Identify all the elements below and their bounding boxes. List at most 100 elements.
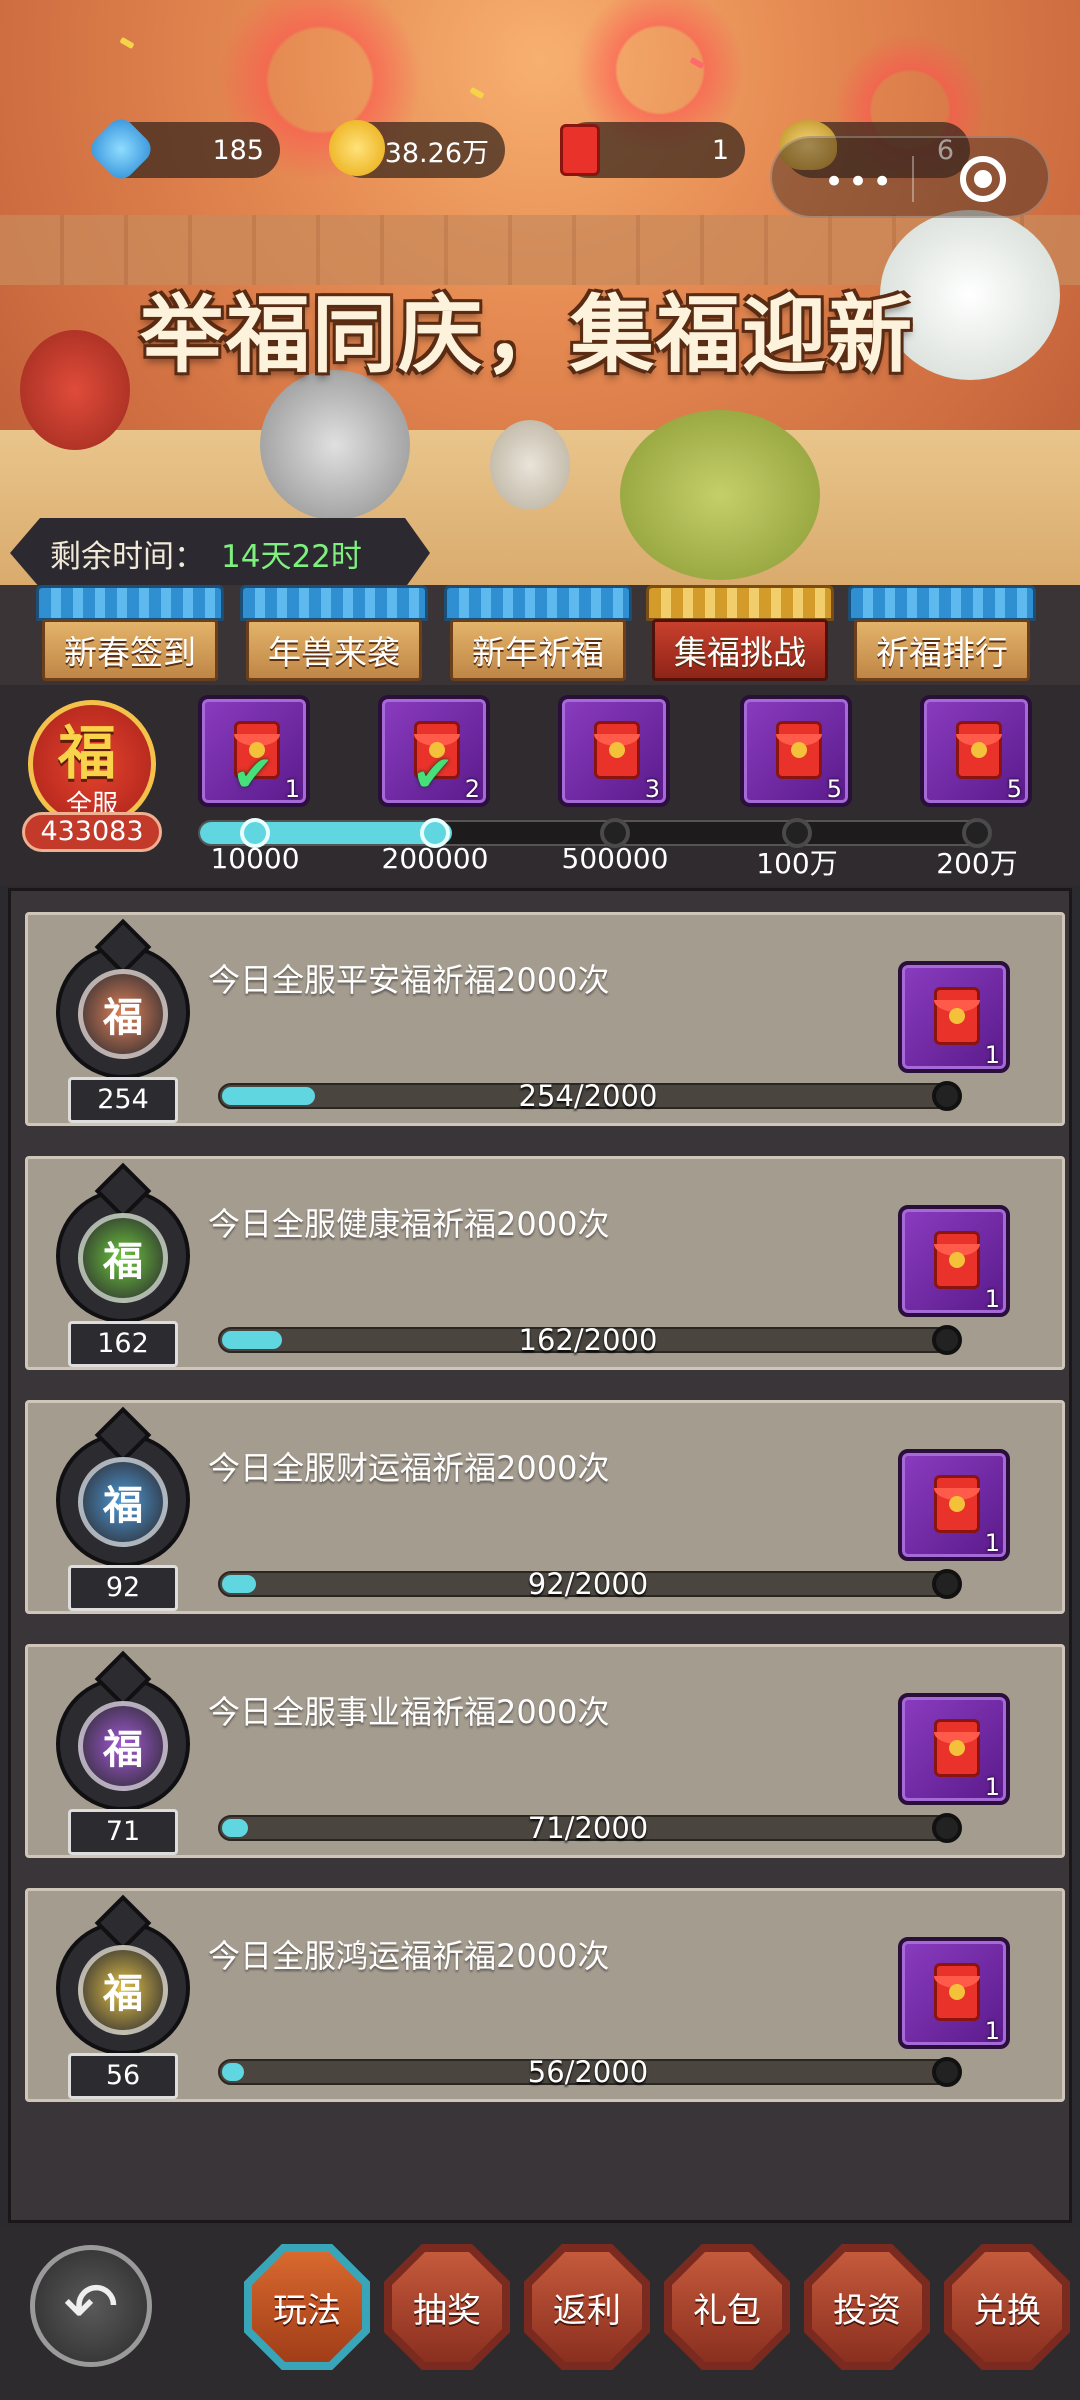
medal-count: 71 (68, 1809, 178, 1855)
nav-label: 返利 (532, 2252, 642, 2362)
task-row: 福 92 今日全服财运福祈福2000次 92/2000 1 (25, 1400, 1065, 1614)
remaining-time: 剩余时间： 14天22时 (10, 518, 430, 588)
nav-label: 兑换 (952, 2252, 1062, 2362)
milestone-reward-3[interactable]: 3 (558, 695, 670, 807)
tab-nian-beast[interactable]: 年兽来袭 (240, 585, 428, 685)
milestone-reward-4[interactable]: 5 (740, 695, 852, 807)
reward-qty: 5 (1006, 775, 1022, 803)
task-title: 今日全服鸿运福祈福2000次 (208, 1937, 610, 1975)
gold-coin-icon (329, 120, 385, 176)
nav-label: 抽奖 (392, 2252, 502, 2362)
task-reward[interactable]: 1 (898, 1693, 1010, 1805)
red-envelope-icon (560, 124, 600, 176)
milestone-reward-5[interactable]: 5 (920, 695, 1032, 807)
server-fu-badge: 福 全服 433083 (22, 700, 162, 852)
confetti (119, 36, 135, 50)
gem-counter: 185 (85, 113, 280, 185)
close-target-icon[interactable] (960, 156, 1006, 202)
milestone-threshold: 200万 (936, 847, 1018, 880)
red-envelope-icon (594, 721, 640, 779)
tab-blessing-ranking[interactable]: 祈福排行 (848, 585, 1036, 685)
gem-value: 185 (212, 134, 264, 166)
task-progress-bar: 92/2000 (218, 1567, 962, 1601)
event-banner: 举福同庆，集福迎新 (0, 0, 1080, 600)
fu-medal: 福 254 (48, 918, 198, 1123)
milestone-threshold: 10000 (210, 842, 300, 875)
reward-qty: 1 (984, 1285, 1000, 1313)
back-arrow-icon: ↶ (63, 2267, 119, 2345)
reward-qty: 1 (984, 2017, 1000, 2045)
progress-end-cap (932, 2057, 962, 2087)
medal-count: 162 (68, 1321, 178, 1367)
tab-roof (240, 585, 428, 621)
beast-character (620, 410, 820, 580)
donkey-character (490, 420, 570, 510)
banner-title: 举福同庆，集福迎新 (140, 286, 915, 384)
gold-counter: 4038.26万 (329, 120, 505, 178)
timer-label: 剩余时间： (50, 538, 205, 575)
task-row: 福 71 今日全服事业福祈福2000次 71/2000 1 (25, 1644, 1065, 1858)
tab-new-year-checkin[interactable]: 新春签到 (36, 585, 224, 685)
fu-symbol: 福 (58, 719, 117, 787)
fu-coin-icon: 福 (78, 1457, 168, 1547)
task-progress-bar: 162/2000 (218, 1323, 962, 1357)
task-progress-bar: 56/2000 (218, 2055, 962, 2089)
claimed-check-icon: ✔ (412, 745, 454, 803)
task-progress-text: 92/2000 (527, 1567, 649, 1601)
task-title: 今日全服平安福祈福2000次 (208, 961, 610, 999)
task-progress-bar: 254/2000 (218, 1079, 962, 1113)
knight-character (260, 370, 410, 520)
tab-label: 年兽来袭 (246, 619, 422, 681)
milestone-progress-fill (200, 822, 452, 844)
task-reward[interactable]: 1 (898, 961, 1010, 1073)
fu-medal: 福 162 (48, 1162, 198, 1367)
task-reward[interactable]: 1 (898, 1205, 1010, 1317)
back-button[interactable]: ↶ (30, 2245, 152, 2367)
more-menu-icon[interactable]: ••• (824, 162, 896, 202)
tab-label: 祈福排行 (854, 619, 1030, 681)
fu-medal: 福 92 (48, 1406, 198, 1611)
claimed-check-icon: ✔ (232, 745, 274, 803)
task-progress-text: 71/2000 (527, 1811, 649, 1845)
task-row: 福 162 今日全服健康福祈福2000次 162/2000 1 (25, 1156, 1065, 1370)
red-envelope-icon (934, 1231, 980, 1289)
reward-qty: 1 (284, 775, 300, 803)
reward-qty: 1 (984, 1773, 1000, 1801)
milestone-reward-2[interactable]: ✔ 2 (378, 695, 490, 807)
milestone-threshold: 200000 (381, 842, 489, 875)
task-reward[interactable]: 1 (898, 1449, 1010, 1561)
reward-qty: 1 (984, 1041, 1000, 1069)
progress-end-cap (932, 1081, 962, 1111)
tab-label: 新年祈福 (450, 619, 626, 681)
tab-collect-fu-challenge[interactable]: 集福挑战 (646, 585, 834, 685)
fu-coin-icon: 福 (78, 969, 168, 1059)
fu-coin-icon: 福 (78, 1701, 168, 1791)
progress-end-cap (932, 1325, 962, 1355)
confetti (469, 86, 485, 100)
milestone-reward-1[interactable]: ✔ 1 (198, 695, 310, 807)
fu-medal: 福 71 (48, 1650, 198, 1855)
tab-roof (646, 585, 834, 621)
red-envelope-value: 1 (711, 134, 729, 166)
task-progress-text: 56/2000 (527, 2055, 649, 2089)
capsule-divider (912, 156, 914, 202)
medal-count: 56 (68, 2053, 178, 2099)
reward-qty: 1 (984, 1529, 1000, 1557)
fu-coin-icon: 福 (78, 1945, 168, 2035)
tab-label: 新春签到 (42, 619, 218, 681)
child-character (20, 330, 130, 450)
event-tabs: 新春签到 年兽来袭 新年祈福 集福挑战 祈福排行 (0, 585, 1080, 685)
task-row: 福 254 今日全服平安福祈福2000次 254/2000 1 (25, 912, 1065, 1126)
progress-end-cap (932, 1569, 962, 1599)
tab-roof (444, 585, 632, 621)
task-title: 今日全服财运福祈福2000次 (208, 1449, 610, 1487)
task-progress-text: 162/2000 (518, 1323, 658, 1357)
milestone-threshold: 100万 (756, 847, 838, 880)
red-envelope-icon (956, 721, 1002, 779)
task-progress-text: 254/2000 (518, 1079, 658, 1113)
tab-new-year-blessing[interactable]: 新年祈福 (444, 585, 632, 685)
reward-qty: 2 (464, 775, 480, 803)
fu-medal: 福 56 (48, 1894, 198, 2099)
red-envelope-counter: 1 (560, 122, 745, 178)
task-reward[interactable]: 1 (898, 1937, 1010, 2049)
